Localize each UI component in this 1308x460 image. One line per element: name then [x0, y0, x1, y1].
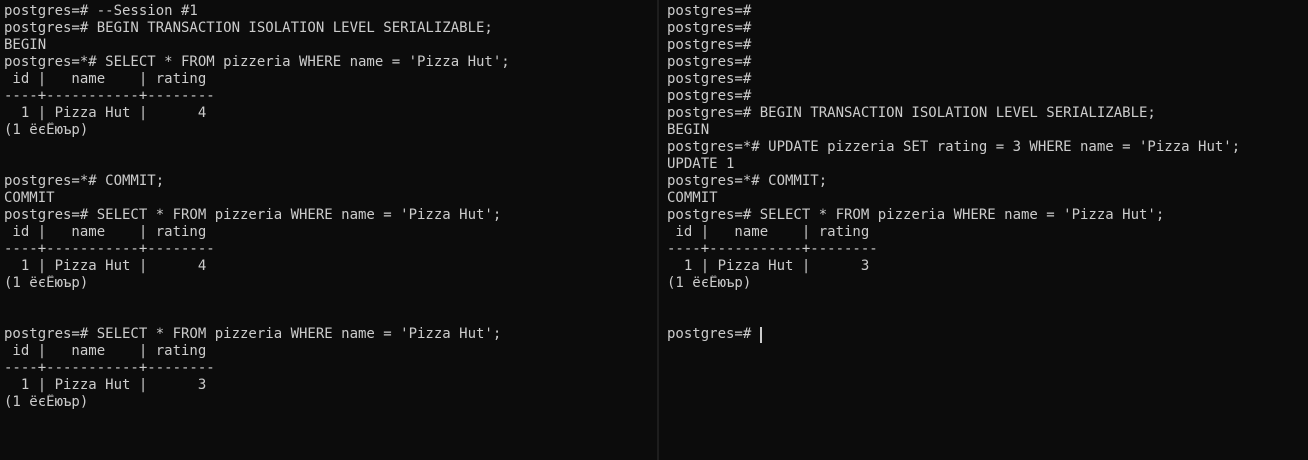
output-line: UPDATE 1 [667, 156, 735, 172]
prompt-line: postgres=# SELECT * FROM pizzeria WHERE … [4, 326, 502, 342]
prompt-line: postgres=# [667, 20, 752, 36]
row-count: (1 ёєЁюър) [4, 394, 89, 410]
prompt-line: postgres=# SELECT * FROM pizzeria WHERE … [4, 207, 502, 223]
prompt-line: postgres=# BEGIN TRANSACTION ISOLATION L… [667, 105, 1156, 121]
table-separator: ----+-----------+-------- [4, 360, 215, 376]
terminal-window: postgres=# --Session #1 postgres=# BEGIN … [0, 0, 1308, 460]
prompt-line: postgres=*# COMMIT; [4, 173, 165, 189]
prompt-line: postgres=*# UPDATE pizzeria SET rating =… [667, 139, 1241, 155]
prompt-line: postgres=# [667, 54, 752, 70]
prompt-line: postgres=*# COMMIT; [667, 173, 828, 189]
terminal-output-right: postgres=# postgres=# postgres=# postgres=#… [667, 3, 1240, 343]
table-header: id | name | rating [4, 343, 207, 359]
row-count: (1 ёєЁюър) [667, 275, 752, 291]
terminal-pane-session-1[interactable]: postgres=# --Session #1 postgres=# BEGIN … [0, 0, 657, 460]
terminal-pane-session-2[interactable]: postgres=# postgres=# postgres=# postgres=#… [659, 0, 1308, 460]
table-row: 1 | Pizza Hut | 4 [4, 105, 207, 121]
output-line: BEGIN [667, 122, 710, 138]
text-cursor [759, 327, 762, 343]
table-separator: ----+-----------+-------- [4, 241, 215, 257]
output-line: COMMIT [667, 190, 718, 206]
prompt-line: postgres=# [667, 37, 752, 53]
table-separator: ----+-----------+-------- [667, 241, 878, 257]
table-header: id | name | rating [4, 224, 207, 240]
table-header: id | name | rating [4, 71, 207, 87]
prompt-line: postgres=# [667, 3, 752, 19]
table-row: 1 | Pizza Hut | 4 [4, 258, 207, 274]
row-count: (1 ёєЁюър) [4, 275, 89, 291]
prompt-line: postgres=# [667, 88, 752, 104]
table-header: id | name | rating [667, 224, 870, 240]
prompt-line: postgres=# BEGIN TRANSACTION ISOLATION L… [4, 20, 493, 36]
table-row: 1 | Pizza Hut | 3 [667, 258, 870, 274]
output-line: BEGIN [4, 37, 47, 53]
prompt-line: postgres=# [667, 71, 752, 87]
table-separator: ----+-----------+-------- [4, 88, 215, 104]
prompt-line: postgres=# --Session #1 [4, 3, 198, 19]
row-count: (1 ёєЁюър) [4, 122, 89, 138]
prompt-line: postgres=*# SELECT * FROM pizzeria WHERE… [4, 54, 510, 70]
output-line: COMMIT [4, 190, 55, 206]
table-row: 1 | Pizza Hut | 3 [4, 377, 207, 393]
prompt-line: postgres=# SELECT * FROM pizzeria WHERE … [667, 207, 1165, 223]
terminal-output-left: postgres=# --Session #1 postgres=# BEGIN … [4, 3, 510, 411]
active-prompt-line: postgres=# [667, 326, 762, 343]
